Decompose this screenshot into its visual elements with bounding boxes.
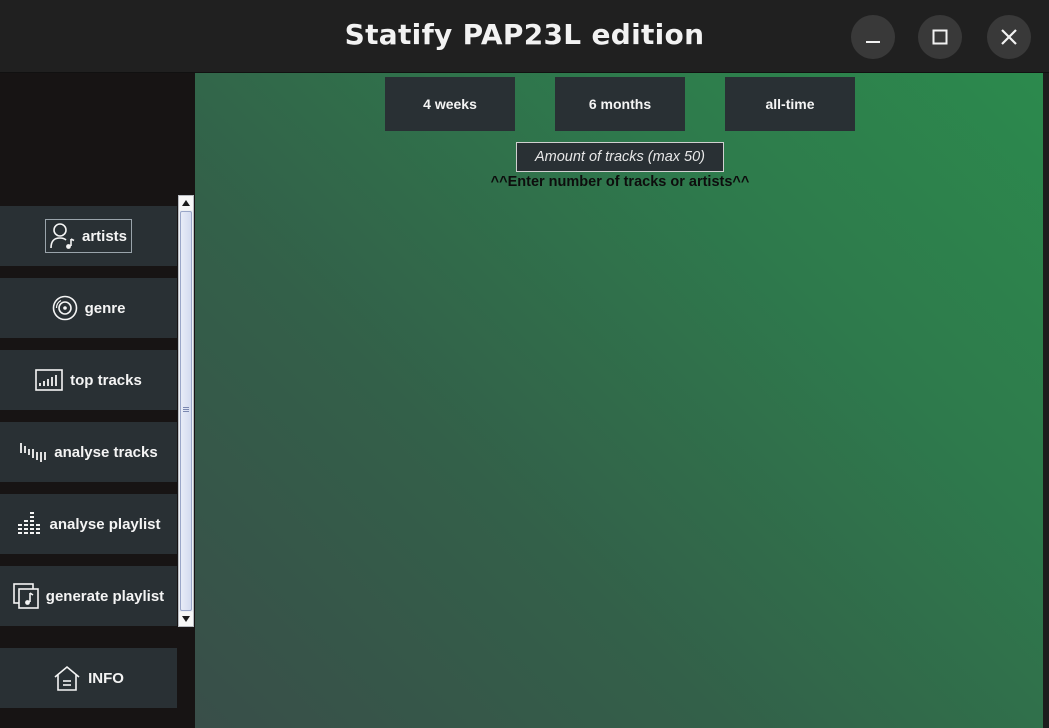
sidebar-item-label: artists bbox=[81, 227, 128, 245]
equalizer-icon bbox=[17, 512, 40, 534]
sidebar-item-label: INFO bbox=[88, 669, 124, 687]
grip-line bbox=[183, 409, 189, 410]
maximize-icon bbox=[932, 29, 948, 45]
period-all-time-button[interactable]: all-time bbox=[725, 77, 855, 131]
period-6-months-button[interactable]: 6 months bbox=[555, 77, 685, 131]
bar-chart-icon bbox=[35, 369, 63, 391]
close-icon bbox=[1001, 29, 1017, 45]
sidebar-item-generate-playlist[interactable]: generate playlist bbox=[0, 566, 177, 626]
amount-hint: ^^Enter number of tracks or artists^^ bbox=[490, 174, 750, 190]
period-4-weeks-button[interactable]: 4 weeks bbox=[385, 77, 515, 131]
scroll-thumb[interactable] bbox=[180, 211, 192, 611]
sidebar-item-label: genre bbox=[84, 299, 126, 317]
playlist-icon bbox=[12, 583, 39, 609]
minimize-button[interactable] bbox=[851, 15, 895, 59]
sidebar-item-label: analyse tracks bbox=[54, 443, 158, 461]
grip-line bbox=[183, 411, 189, 412]
minimize-icon bbox=[866, 41, 880, 43]
scroll-down-button[interactable] bbox=[179, 612, 193, 626]
artist-icon bbox=[50, 223, 75, 249]
arrow-down-icon bbox=[182, 616, 190, 622]
amount-input[interactable] bbox=[516, 142, 724, 172]
sidebar-item-top-tracks[interactable]: top tracks bbox=[0, 350, 177, 410]
title-bar: Statify PAP23L edition bbox=[0, 0, 1049, 73]
window-edge bbox=[1043, 73, 1049, 728]
sidebar-item-genre[interactable]: genre bbox=[0, 278, 177, 338]
sidebar-item-label: analyse playlist bbox=[49, 515, 161, 533]
sidebar-item-label: top tracks bbox=[70, 371, 142, 389]
close-button[interactable] bbox=[987, 15, 1031, 59]
disc-icon bbox=[52, 295, 77, 321]
focus-outline: artists bbox=[44, 219, 133, 253]
maximize-button[interactable] bbox=[918, 15, 962, 59]
sidebar-item-analyse-tracks[interactable]: analyse tracks bbox=[0, 422, 177, 482]
scroll-up-button[interactable] bbox=[179, 196, 193, 210]
home-icon bbox=[54, 665, 80, 691]
sidebar-item-info[interactable]: INFO bbox=[0, 648, 177, 708]
main-panel: 4 weeks 6 months all-time ^^Enter number… bbox=[195, 73, 1049, 728]
sidebar-item-analyse-playlist[interactable]: analyse playlist bbox=[0, 494, 177, 554]
sidebar-item-artists[interactable]: artists bbox=[0, 206, 177, 266]
sidebar-scrollbar[interactable] bbox=[178, 195, 194, 627]
grip-line bbox=[183, 407, 189, 408]
waveform-icon bbox=[20, 443, 47, 462]
arrow-up-icon bbox=[182, 200, 190, 206]
sidebar: artists genre top tracks analyse tracks … bbox=[0, 73, 195, 728]
sidebar-item-label: generate playlist bbox=[45, 587, 165, 605]
